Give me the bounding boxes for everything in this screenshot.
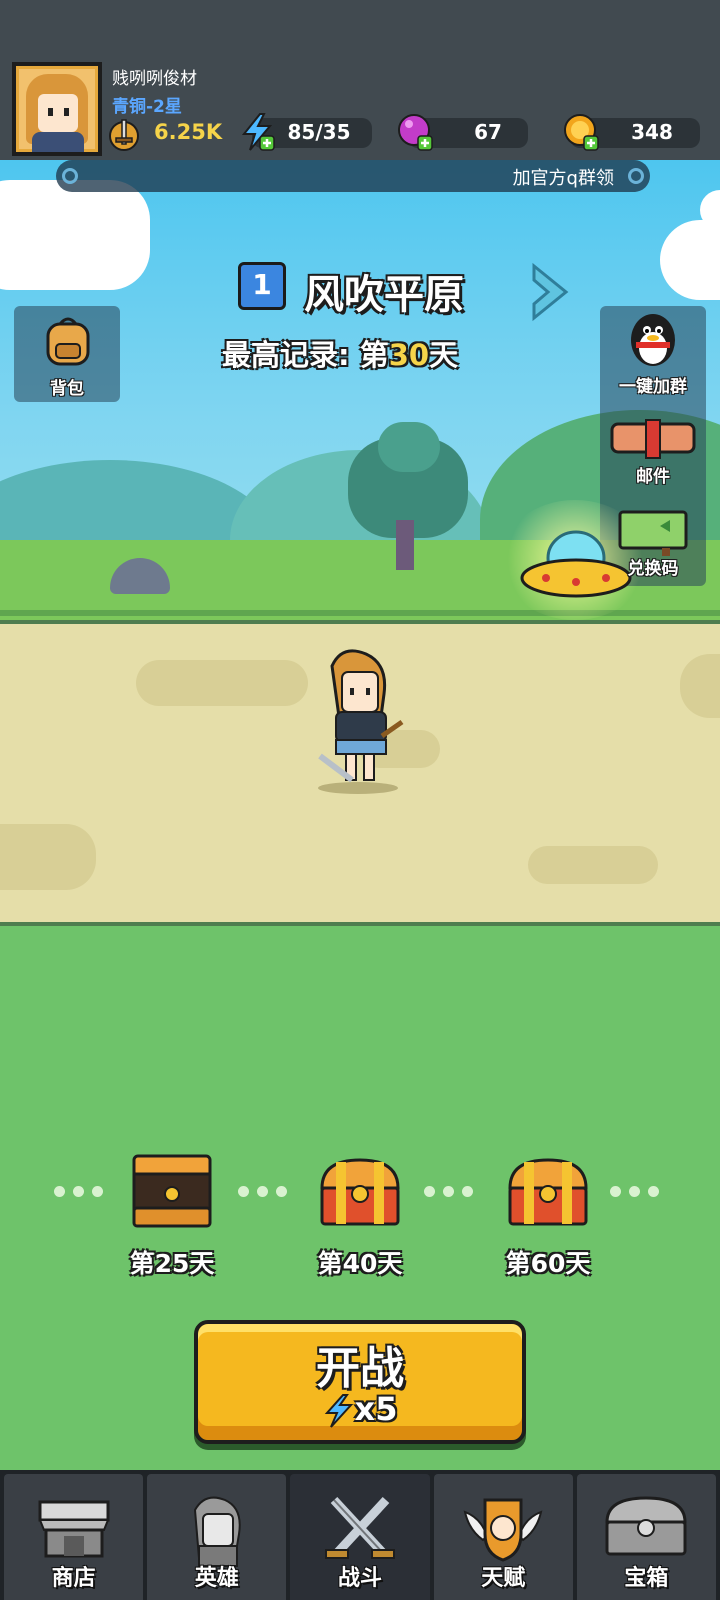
next-stage-arrow-icon[interactable] — [528, 262, 572, 322]
progress-dots — [424, 1186, 473, 1197]
penguin-icon — [631, 314, 675, 366]
coin-plus-icon[interactable] — [562, 112, 602, 152]
player-rank: 青铜-2星 — [112, 97, 182, 117]
bottom-tab-bar: 商店 英雄 战斗 天赋 宝箱 — [0, 1470, 720, 1600]
gem-value: 67 — [474, 120, 502, 144]
battle-cost: x5 — [198, 1390, 522, 1429]
power-sword-icon — [109, 119, 139, 151]
join-group-label: 一键加群 — [619, 377, 687, 397]
backpack-icon — [46, 317, 90, 366]
power-value: 6.25K — [154, 120, 223, 144]
backpack-button[interactable]: 背包 — [14, 306, 120, 402]
player-name: 贱咧咧俊材 — [112, 69, 197, 89]
tab-battle[interactable]: 战斗 — [290, 1474, 430, 1600]
energy-icon — [324, 1394, 353, 1428]
battle-cost-value: x5 — [354, 1390, 398, 1428]
crossed-swords-icon — [325, 1496, 395, 1559]
mail-button[interactable]: 邮件 — [600, 410, 706, 494]
player-avatar[interactable] — [12, 62, 102, 156]
chest-open-icon[interactable] — [130, 1150, 214, 1230]
redeem-code-button[interactable]: 兑换码 — [600, 506, 706, 586]
energy-value: 85/35 — [287, 120, 351, 144]
hero-character — [318, 649, 404, 794]
record-prefix: 最高记录: 第 — [222, 338, 389, 372]
start-battle-label: 开战 — [316, 1343, 404, 1394]
backpack-label: 背包 — [50, 379, 84, 399]
announcement-bar[interactable]: 加官方q群领 — [56, 160, 650, 192]
top-status-bar: 贱咧咧俊材 青铜-2星 6.25K 85/35 67 348 — [0, 0, 720, 160]
mail-scroll-icon — [610, 419, 696, 459]
chest-label: 第40天 — [317, 1249, 403, 1278]
record-days: 30 — [388, 338, 430, 372]
hero-icon — [193, 1496, 241, 1567]
record-suffix: 天 — [429, 338, 459, 372]
chest-label: 第25天 — [129, 1249, 215, 1278]
tab-shop[interactable]: 商店 — [4, 1474, 144, 1600]
progress-dots — [610, 1186, 659, 1197]
stage-number-badge: 1 — [238, 262, 286, 310]
tab-talent[interactable]: 天赋 — [433, 1474, 573, 1600]
shop-icon — [38, 1500, 110, 1558]
join-group-button[interactable]: 一键加群 — [600, 306, 706, 397]
start-battle-button[interactable]: 开战 x5 — [194, 1320, 526, 1444]
treasure-chest-icon — [605, 1496, 687, 1556]
tab-battle-label: 战斗 — [338, 1566, 383, 1591]
tab-shop-label: 商店 — [51, 1566, 96, 1591]
tab-hero-label: 英雄 — [194, 1566, 239, 1591]
chest-label: 第60天 — [505, 1249, 591, 1278]
mail-label: 邮件 — [636, 467, 670, 487]
coin-value: 348 — [631, 120, 673, 144]
progress-dots — [54, 1186, 103, 1197]
announcement-text: 加官方q群领 — [512, 168, 614, 189]
energy-plus-icon[interactable] — [238, 112, 278, 152]
redeem-sign-icon — [618, 510, 688, 556]
tab-chest-label: 宝箱 — [624, 1566, 669, 1591]
gem-plus-icon[interactable] — [396, 112, 436, 152]
stage-name: 风吹平原 — [304, 272, 464, 318]
chest-closed-icon[interactable] — [506, 1154, 590, 1234]
tab-chest[interactable]: 宝箱 — [576, 1474, 717, 1600]
tab-talent-label: 天赋 — [481, 1566, 526, 1591]
tab-hero[interactable]: 英雄 — [147, 1474, 287, 1600]
talent-fist-icon — [463, 1498, 543, 1562]
chest-closed-icon[interactable] — [318, 1154, 402, 1234]
redeem-code-label: 兑换码 — [627, 559, 679, 579]
best-record: 最高记录: 第30天 — [222, 332, 458, 374]
progress-dots — [238, 1186, 287, 1197]
